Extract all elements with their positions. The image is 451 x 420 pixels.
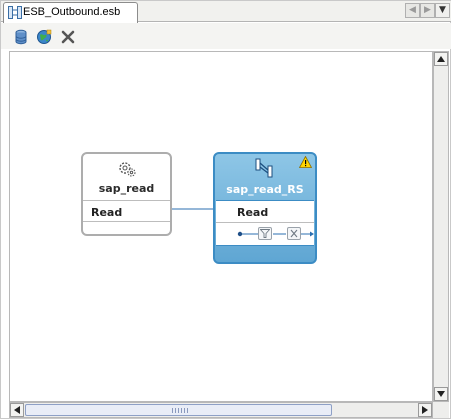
vertical-scrollbar[interactable] — [433, 51, 449, 402]
horizontal-scroll-thumb[interactable] — [25, 404, 332, 416]
arrow-down-icon — [437, 391, 445, 397]
globe-icon[interactable] — [36, 29, 52, 45]
routing-rules-panel: Read — [216, 200, 314, 246]
arrow-left-icon — [14, 406, 20, 414]
scroll-tabs-right-button[interactable]: ▶ — [420, 3, 435, 18]
scroll-down-button[interactable] — [434, 387, 448, 401]
tab-label: ESB_Outbound.esb — [23, 6, 121, 18]
adapter-gear-icon — [119, 162, 136, 177]
chevron-right-icon: ▶ — [424, 5, 431, 15]
delete-icon[interactable] — [60, 29, 76, 45]
operation-row[interactable]: Read — [216, 201, 314, 223]
tab-list-button[interactable]: ▼ — [435, 3, 450, 18]
editor-window: ESB_Outbound.esb ◀ ▶ ▼ sap_read Read sap… — [0, 0, 451, 419]
routing-service-icon — [255, 158, 273, 178]
service-node-header: sap_read — [83, 154, 170, 200]
operation-label: Read — [237, 206, 269, 219]
scroll-right-button[interactable] — [418, 403, 432, 417]
routing-service-node[interactable]: sap_read_RS Read — [213, 152, 317, 264]
node-title: sap_read — [98, 182, 155, 195]
chevron-down-icon: ▼ — [439, 5, 446, 15]
transform-x-icon — [290, 229, 298, 238]
tab-esb-outbound[interactable]: ESB_Outbound.esb — [3, 2, 138, 23]
warning-icon[interactable] — [299, 156, 312, 168]
thumb-grip — [172, 408, 190, 413]
scroll-corner — [433, 402, 449, 418]
transformation-button[interactable] — [287, 227, 301, 240]
diagram-toolbar — [1, 23, 451, 49]
horizontal-scrollbar[interactable] — [9, 402, 433, 418]
database-icon[interactable] — [13, 29, 29, 45]
service-node-sap-read[interactable]: sap_read Read — [81, 152, 172, 236]
filter-button[interactable] — [258, 227, 272, 240]
esb-file-icon — [8, 6, 22, 19]
scroll-left-button[interactable] — [10, 403, 24, 417]
tab-bar: ESB_Outbound.esb ◀ ▶ ▼ — [1, 1, 451, 23]
filter-icon — [260, 229, 270, 238]
operation-row[interactable]: Read — [83, 200, 170, 222]
operation-label: Read — [91, 206, 123, 219]
arrow-right-icon — [422, 406, 428, 414]
chevron-left-icon: ◀ — [409, 5, 416, 15]
node-title: sap_read_RS — [226, 183, 304, 196]
scroll-up-button[interactable] — [434, 52, 448, 66]
arrow-up-icon — [437, 56, 445, 62]
scroll-tabs-left-button[interactable]: ◀ — [405, 3, 420, 18]
